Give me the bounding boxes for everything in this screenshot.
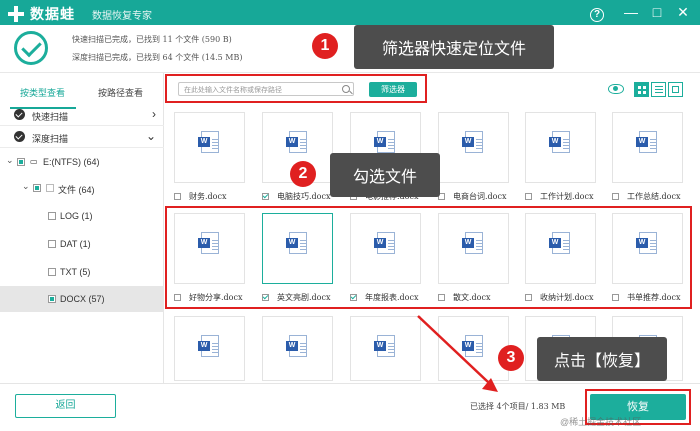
file-thumbnail[interactable]: W — [350, 316, 421, 381]
title-bar: 数据蛙 数据恢复专家 ? — □ ✕ — [0, 0, 700, 25]
tree-drive[interactable]: ⌄ ▭ E:(NTFS) (64) — [0, 149, 164, 175]
word-doc-icon: W — [374, 131, 395, 153]
selection-highlight-box — [165, 206, 692, 309]
folder-checkbox[interactable] — [33, 184, 41, 192]
word-doc-icon: W — [198, 335, 219, 357]
chevron-down-icon: ⌄ — [145, 129, 156, 143]
file-item-label[interactable]: 电脑技巧.docx — [262, 191, 330, 203]
tab-by-type[interactable]: 按类型查看 — [20, 86, 65, 99]
file-thumbnail[interactable]: W — [174, 112, 245, 183]
filter-button[interactable]: 筛选器 — [369, 82, 417, 97]
word-doc-icon: W — [286, 131, 307, 153]
file-item-label[interactable]: 工作总结.docx — [612, 191, 680, 203]
file-checkbox[interactable] — [174, 193, 181, 200]
tree-item-txt[interactable]: TXT (5) — [0, 259, 164, 285]
file-checkbox[interactable] — [612, 193, 619, 200]
annotation-callout-3: 点击【恢复】 — [537, 337, 667, 381]
quick-scan-result: 快速扫描已完成，已找到 11 个文件 (590 B) — [72, 35, 232, 44]
log-checkbox[interactable] — [48, 212, 56, 220]
folder-icon — [46, 184, 54, 192]
sidebar: 按类型查看 按路径查看 快速扫描 › 深度扫描 ⌄ ⌄ ▭ E:(NTFS) (… — [0, 73, 164, 383]
word-doc-icon: W — [198, 131, 219, 153]
tree-item-label: DAT (1) — [60, 239, 91, 249]
help-button[interactable]: ? — [588, 3, 606, 22]
word-doc-icon: W — [549, 131, 570, 153]
file-name: 财务.docx — [189, 192, 227, 201]
tree-item-label: LOG (1) — [60, 211, 93, 221]
file-thumbnail[interactable]: W — [525, 112, 596, 183]
word-doc-icon: W — [462, 335, 483, 357]
annotation-badge-3: 3 — [498, 345, 524, 371]
detail-view-button[interactable] — [668, 82, 683, 97]
tree-item-log[interactable]: LOG (1) — [0, 203, 164, 229]
back-button[interactable]: 返回 — [15, 394, 116, 418]
list-view-button[interactable] — [651, 82, 666, 97]
word-doc-icon: W — [462, 131, 483, 153]
bottom-bar: 返回 已选择 4个项目/ 1.83 MB 恢复 @稀土掘金技术社区 — [0, 383, 700, 431]
check-dot-icon — [14, 109, 25, 120]
file-item-label[interactable]: 财务.docx — [174, 191, 226, 203]
drive-checkbox[interactable] — [17, 158, 25, 166]
search-input[interactable]: 在此处输入文件名称或保存路径 — [178, 82, 354, 96]
search-placeholder: 在此处输入文件名称或保存路径 — [184, 86, 282, 94]
chevron-down-icon[interactable]: ⌄ — [6, 155, 14, 166]
watermark-text: @稀土掘金技术社区 — [560, 417, 642, 427]
scan-summary: 快速扫描已完成，已找到 11 个文件 (590 B) 深度扫描已完成，已找到 6… — [0, 25, 700, 73]
word-doc-icon: W — [374, 335, 395, 357]
app-name: 数据蛙 — [30, 6, 75, 22]
close-button[interactable]: ✕ — [674, 3, 692, 21]
app-subtitle: 数据恢复专家 — [92, 11, 152, 22]
search-icon[interactable] — [342, 85, 350, 93]
minimize-button[interactable]: — — [622, 3, 640, 21]
file-thumbnail[interactable]: W — [438, 112, 509, 183]
view-mode-tabs: 按类型查看 按路径查看 — [0, 81, 164, 109]
maximize-button[interactable]: □ — [648, 3, 666, 21]
annotation-badge-1: 1 — [312, 33, 338, 59]
drive-label: E:(NTFS) (64) — [43, 157, 100, 167]
file-item-label[interactable]: 电商台词.docx — [438, 191, 506, 203]
file-name: 工作总结.docx — [627, 192, 681, 201]
dat-checkbox[interactable] — [48, 240, 56, 248]
file-thumbnail[interactable]: W — [174, 316, 245, 381]
txt-checkbox[interactable] — [48, 268, 56, 276]
file-thumbnail[interactable]: W — [262, 316, 333, 381]
chevron-down-icon[interactable]: ⌄ — [22, 181, 30, 192]
preview-eye-icon[interactable] — [608, 84, 624, 94]
file-thumbnail[interactable]: W — [612, 112, 683, 183]
file-name: 电脑技巧.docx — [277, 192, 331, 201]
quick-scan-label: 快速扫描 — [32, 113, 69, 123]
file-item-label[interactable]: 工作计划.docx — [525, 191, 593, 203]
tree-item-label: DOCX (57) — [60, 294, 105, 304]
tab-by-path[interactable]: 按路径查看 — [98, 86, 143, 99]
word-doc-icon: W — [286, 335, 307, 357]
word-doc-icon: W — [636, 131, 657, 153]
docx-checkbox[interactable] — [48, 295, 56, 303]
tree-item-label: TXT (5) — [60, 267, 91, 277]
tree-folder[interactable]: ⌄ 文件 (64) — [0, 175, 164, 201]
folder-label: 文件 (64) — [58, 185, 95, 195]
drive-icon: ▭ — [30, 157, 38, 166]
file-name: 电商台词.docx — [453, 192, 507, 201]
deep-scan-group[interactable]: 深度扫描 ⌄ — [0, 126, 164, 148]
grid-view-button[interactable] — [634, 82, 649, 97]
tree-item-docx[interactable]: DOCX (57) — [0, 286, 164, 312]
deep-scan-result: 深度扫描已完成，已找到 64 个文件 (14.5 MB) — [72, 53, 243, 62]
tree-item-dat[interactable]: DAT (1) — [0, 231, 164, 257]
logo-cross-icon — [8, 6, 24, 22]
app-logo: 数据蛙 — [8, 4, 75, 24]
scan-complete-icon — [14, 31, 48, 65]
file-checkbox[interactable] — [262, 193, 269, 200]
file-thumbnail[interactable]: W — [438, 316, 509, 381]
quick-scan-group[interactable]: 快速扫描 › — [0, 104, 164, 126]
file-name: 工作计划.docx — [540, 192, 594, 201]
annotation-callout-1: 筛选器快速定位文件 — [354, 25, 554, 69]
annotation-badge-2: 2 — [290, 161, 316, 187]
file-checkbox[interactable] — [525, 193, 532, 200]
deep-scan-label: 深度扫描 — [32, 135, 69, 145]
annotation-callout-2: 勾选文件 — [330, 153, 440, 197]
chevron-right-icon: › — [152, 107, 156, 121]
help-icon: ? — [590, 8, 604, 22]
check-dot-icon — [14, 131, 25, 142]
selection-status: 已选择 4个项目/ 1.83 MB — [470, 402, 566, 411]
